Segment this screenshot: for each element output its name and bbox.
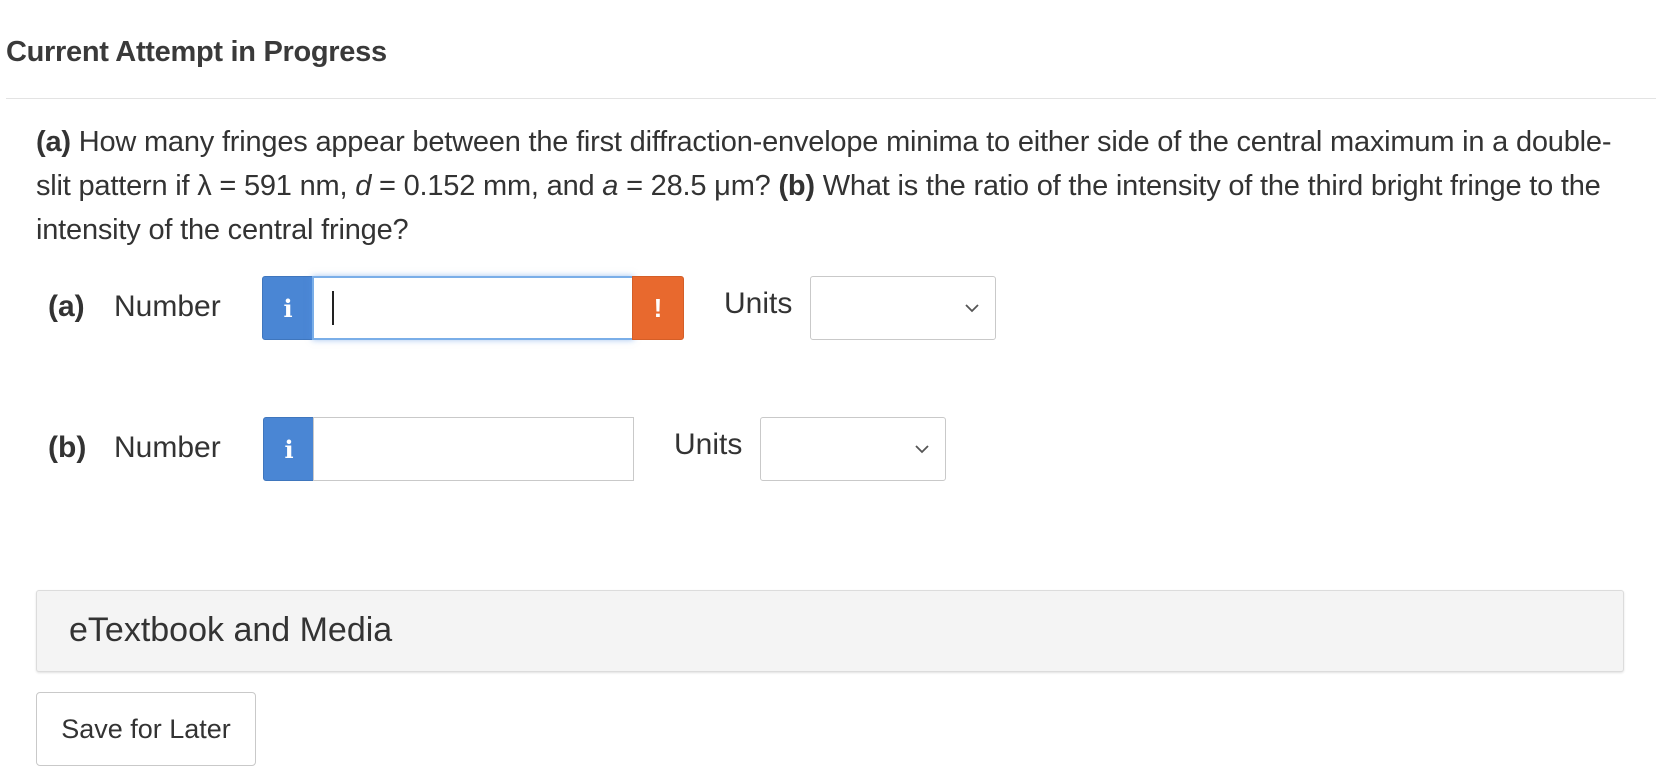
page-title: Current Attempt in Progress bbox=[6, 36, 387, 68]
question-text-2: = 0.152 mm, and bbox=[371, 170, 603, 202]
part-b-info-button[interactable]: i bbox=[263, 417, 315, 481]
question-text-3: = 28.5 μm? bbox=[618, 170, 779, 202]
part-b-units-label: Units bbox=[674, 428, 743, 461]
header-divider bbox=[6, 98, 1656, 99]
warning-icon: ! bbox=[653, 292, 663, 323]
info-icon: i bbox=[284, 434, 294, 464]
part-b-label: (b) bbox=[48, 431, 87, 464]
chevron-down-icon bbox=[915, 445, 929, 454]
part-a-units-label: Units bbox=[724, 287, 793, 320]
text-caret bbox=[332, 291, 334, 325]
part-a-warning-button[interactable]: ! bbox=[632, 276, 684, 340]
save-for-later-button[interactable]: Save for Later bbox=[36, 692, 256, 766]
question-var-d: d bbox=[355, 170, 372, 202]
etextbook-media-panel[interactable]: eTextbook and Media bbox=[36, 590, 1624, 672]
question-text: (a) How many fringes appear between the … bbox=[36, 120, 1626, 252]
question-var-a: a bbox=[602, 170, 619, 202]
part-a-info-button[interactable]: i bbox=[262, 276, 314, 340]
part-b-units-select[interactable] bbox=[760, 417, 946, 481]
part-b-number-label: Number bbox=[114, 431, 221, 464]
question-part-b-tag: (b) bbox=[778, 170, 815, 202]
part-a-number-input[interactable] bbox=[312, 276, 634, 340]
question-part-a-tag: (a) bbox=[36, 126, 71, 158]
part-a-units-select[interactable] bbox=[810, 276, 996, 340]
part-a-number-label: Number bbox=[114, 290, 221, 323]
etextbook-media-title: eTextbook and Media bbox=[69, 611, 393, 649]
chevron-down-icon bbox=[965, 304, 979, 313]
part-a-label: (a) bbox=[48, 290, 85, 323]
part-b-number-input[interactable] bbox=[313, 417, 634, 481]
info-icon: i bbox=[283, 293, 293, 323]
